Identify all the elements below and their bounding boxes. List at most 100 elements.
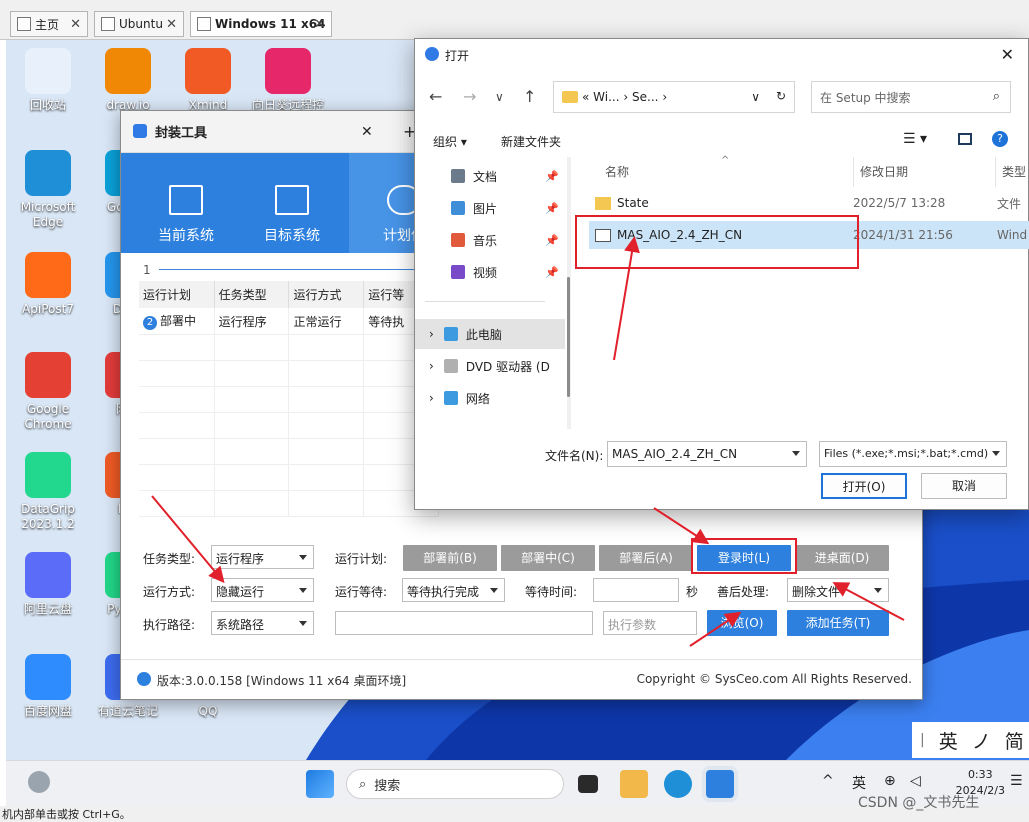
nav-item-icon (443, 327, 458, 341)
vm-tab-windows11[interactable]: Windows 11 x64 ✕ (190, 11, 332, 37)
desktop-icon[interactable]: Google Chrome (8, 352, 88, 432)
organize-menu[interactable]: 组织 ▾ (433, 133, 467, 150)
desktop-icon[interactable]: 向日葵远程控 (248, 48, 328, 113)
desktop-icon-label: 百度网盘 (23, 704, 72, 718)
file-type-filter[interactable]: Files (*.exe;*.msi;*.bat;*.cmd) (819, 441, 1007, 467)
nav-item[interactable]: 文档 📌 (415, 161, 565, 191)
view-menu-icon[interactable]: ☰ ▾ (903, 131, 927, 147)
open-button[interactable]: 打开(O) (821, 473, 907, 499)
nav-item[interactable]: › 此电脑 (415, 319, 565, 349)
desktop-icon[interactable]: Microsoft Edge (8, 150, 88, 230)
app-icon (25, 654, 71, 700)
desktop-icon[interactable]: DataGrip 2023.1.2 (8, 452, 88, 532)
task-type-select[interactable]: 运行程序 (211, 545, 314, 569)
desktop-icon[interactable]: 回收站 (8, 48, 88, 113)
ime-simplified[interactable]: 简 (1005, 727, 1024, 754)
nav-item[interactable]: › DVD 驱动器 (D (415, 351, 565, 381)
breadcrumb-separator[interactable]: › (623, 90, 628, 104)
up-arrow-icon[interactable]: ↑ (523, 87, 536, 106)
close-icon[interactable]: ✕ (70, 17, 81, 32)
wait-time-stepper[interactable] (593, 578, 679, 602)
column-header[interactable]: 任务类型 (214, 281, 290, 308)
address-box[interactable]: « Wi... › Se... › ∨ ↻ (553, 81, 795, 113)
new-folder-button[interactable]: 新建文件夹 (501, 133, 561, 150)
desktop-icon[interactable]: 百度网盘 (8, 654, 88, 719)
chevron-right-icon[interactable]: › (429, 391, 434, 405)
table-row[interactable]: 2 部署中 运行程序 正常运行 等待执 (139, 308, 439, 335)
nav-item[interactable]: 视频 📌 (415, 257, 565, 287)
ime-mode-icon[interactable]: ノ (972, 727, 991, 754)
breadcrumb-item[interactable]: Se... (632, 90, 658, 104)
file-explorer-icon[interactable] (620, 770, 648, 798)
network-icon[interactable]: ⊕ (884, 773, 896, 789)
plan-button[interactable]: 部署中(C) (501, 545, 595, 571)
notification-icon[interactable]: ☰ (1010, 773, 1023, 789)
refresh-icon[interactable]: ↻ (776, 89, 786, 103)
desktop-icon[interactable]: draw.io (88, 48, 168, 113)
recent-chevron-icon[interactable]: ∨ (495, 90, 504, 104)
vm-tab-home[interactable]: 主页 ✕ (10, 11, 88, 37)
back-arrow-icon[interactable]: ← (429, 87, 442, 106)
browse-button[interactable]: 浏览(O) (707, 610, 777, 636)
cancel-button[interactable]: 取消 (921, 473, 1007, 499)
nav-item[interactable]: › 网络 (415, 383, 565, 413)
breadcrumb-item[interactable]: Wi... (593, 90, 619, 104)
ime-handle[interactable]: | (920, 732, 925, 748)
chevron-right-icon[interactable]: › (429, 359, 434, 373)
packager-tab-title[interactable]: 封装工具 (155, 122, 207, 141)
nav-current-system[interactable]: 当前系统 (131, 153, 241, 253)
start-button-icon[interactable] (306, 770, 334, 798)
packager-taskbar-icon[interactable] (706, 770, 734, 798)
task-tab-number[interactable]: 1 (143, 263, 151, 277)
add-task-button[interactable]: 添加任务(T) (787, 610, 889, 636)
breadcrumb-overflow[interactable]: « (582, 90, 589, 104)
tray-overflow-icon[interactable]: ^ (822, 773, 834, 789)
plan-button[interactable]: 部署前(B) (403, 545, 497, 571)
run-wait-select[interactable]: 等待执行完成 (402, 578, 505, 602)
vm-tab-ubuntu[interactable]: Ubuntu ✕ (94, 11, 184, 37)
plan-button[interactable]: 部署后(A) (599, 545, 693, 571)
preview-pane-icon[interactable] (958, 133, 972, 145)
close-icon[interactable]: ✕ (1001, 45, 1014, 64)
desktop-icon[interactable]: 阿里云盘 (8, 552, 88, 617)
breadcrumb-separator[interactable]: › (662, 90, 667, 104)
app-icon (25, 452, 71, 498)
scrollbar[interactable] (567, 157, 571, 429)
close-icon[interactable]: ✕ (314, 17, 325, 32)
ime-language[interactable]: 英 (939, 727, 958, 754)
nav-target-system[interactable]: 目标系统 (237, 153, 347, 253)
plan-button[interactable]: 进桌面(D) (795, 545, 889, 571)
widgets-icon[interactable] (28, 771, 50, 793)
speaker-icon[interactable]: ◁ (910, 773, 921, 789)
help-icon[interactable]: ? (992, 131, 1008, 147)
filename-input[interactable]: MAS_AIO_2.4_ZH_CN (607, 441, 807, 467)
desktop-icon[interactable]: Xmind (168, 48, 248, 113)
exec-path-input[interactable] (335, 611, 593, 635)
column-header-type[interactable]: 类型 (995, 157, 1026, 187)
task-view-icon[interactable] (578, 775, 598, 793)
column-header-date[interactable]: 修改日期 (853, 157, 908, 187)
run-wait-label: 运行等待: (335, 585, 388, 599)
taskbar-search[interactable]: ⌕ 搜索 (346, 769, 564, 799)
exec-path-select[interactable]: 系统路径 (211, 611, 314, 635)
edge-icon[interactable] (664, 770, 692, 798)
forward-arrow-icon[interactable]: → (463, 87, 476, 106)
column-header[interactable]: 运行方式 (288, 281, 365, 308)
app-icon (25, 252, 71, 298)
chevron-right-icon[interactable]: › (429, 327, 434, 341)
file-row[interactable]: State 2022/5/7 13:28 文件 (589, 189, 1029, 217)
exec-params-input[interactable]: 执行参数 (603, 611, 697, 635)
close-icon[interactable]: ✕ (361, 124, 373, 140)
chevron-down-icon[interactable]: ∨ (751, 90, 760, 104)
ime-indicator[interactable]: 英 (852, 773, 866, 793)
desktop-icon[interactable]: ApiPost7 (8, 252, 88, 317)
close-icon[interactable]: ✕ (166, 17, 177, 32)
run-mode-select[interactable]: 隐藏运行 (211, 578, 314, 602)
nav-item[interactable]: 音乐 📌 (415, 225, 565, 255)
search-input[interactable]: 在 Setup 中搜索 ⌕ (811, 81, 1011, 113)
nav-item[interactable]: 图片 📌 (415, 193, 565, 223)
column-header[interactable]: 运行计划 (139, 281, 215, 308)
column-header-name[interactable]: 名称 (605, 157, 629, 187)
cleanup-select[interactable]: 删除文件 (787, 578, 889, 602)
chevron-down-icon (299, 588, 307, 593)
